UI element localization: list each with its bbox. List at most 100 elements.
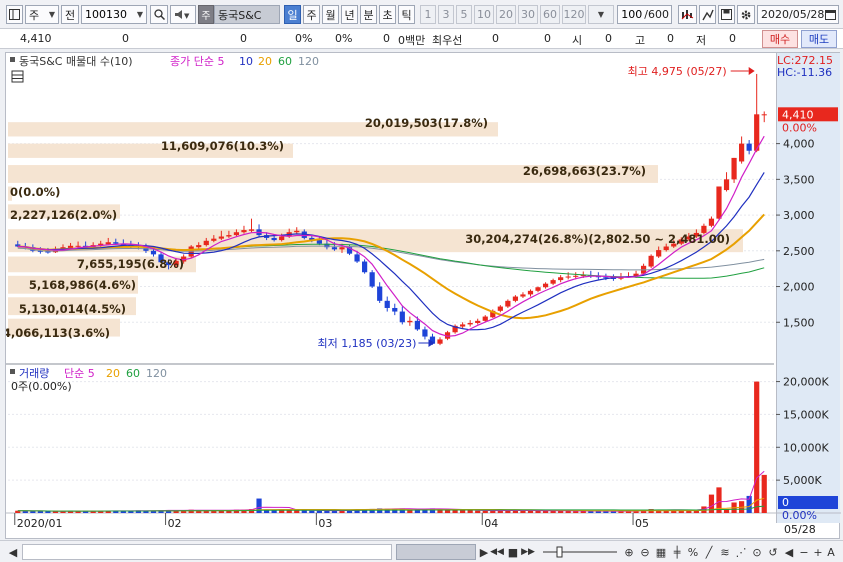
fast-forward-icon[interactable]: ▶▶: [521, 544, 535, 560]
settings-gear-icon[interactable]: [737, 5, 755, 24]
interval-3-button[interactable]: 3: [438, 5, 454, 24]
interval-1-button[interactable]: 1: [420, 5, 436, 24]
price-legend-title: 동국S&C 매물대 수(10): [19, 55, 133, 68]
indicator-icon[interactable]: [678, 5, 697, 24]
zoom-field[interactable]: [616, 6, 645, 23]
volume-bar: [301, 510, 307, 513]
quote-open: 0: [605, 32, 612, 45]
crosshair-icon[interactable]: ╪: [670, 544, 684, 560]
market-prefix-button[interactable]: 전: [61, 5, 79, 24]
high-arrow-head: [748, 67, 755, 75]
candle-body: [271, 237, 277, 241]
scroll-right-arrow-icon[interactable]: ▶: [478, 544, 490, 560]
interval-label: 10: [477, 8, 491, 21]
candle-body: [339, 247, 345, 250]
chart-canvas[interactable]: 20,019,503(17.8%) 11,609,076(10.3%) 26,698…: [6, 53, 841, 540]
stock-code-field[interactable]: [82, 6, 132, 23]
chevron-down-icon: ▼: [136, 10, 143, 19]
text-tool-icon[interactable]: A: [825, 544, 837, 560]
candle-body: [746, 143, 752, 151]
sell-button[interactable]: 매도: [801, 30, 837, 48]
scroll-left-step-icon[interactable]: ◀: [782, 544, 796, 560]
candle-body: [399, 311, 405, 323]
candle-body: [512, 296, 519, 301]
candle-body: [761, 114, 767, 116]
interval-120-button[interactable]: 120: [562, 5, 586, 24]
chart-scroll-bar: ◀ ▶ ◀◀ ■ ▶▶ ⊕ ⊖ ▦ ╪ % ╱ ≋ ⋰ ⊙ ↺ ◀ − + A: [0, 540, 843, 562]
minus-icon[interactable]: −: [798, 544, 810, 560]
candle-body: [248, 229, 255, 231]
market-select[interactable]: 주 ▼: [25, 5, 59, 24]
trend-icon[interactable]: ⋰: [734, 544, 748, 560]
line-tool-icon[interactable]: ╱: [702, 544, 716, 560]
volume-profile-label: 26,698,663(23.7%): [523, 164, 646, 178]
volume-axis-label: 20,000K: [783, 376, 829, 389]
volume-axis-label: 5,000K: [783, 474, 822, 487]
volume-profile-label: 5,168,986(4.6%): [29, 278, 136, 292]
candle-body: [739, 143, 745, 162]
quote-price: 4,410: [20, 32, 52, 45]
zoom-out-icon[interactable]: ⊖: [638, 544, 652, 560]
candle-body: [113, 242, 119, 244]
search-icon[interactable]: [150, 5, 168, 24]
interval-30-button[interactable]: 30: [518, 5, 538, 24]
interval-20-button[interactable]: 20: [496, 5, 516, 24]
interval-5-button[interactable]: 5: [456, 5, 472, 24]
candle-body: [437, 339, 443, 344]
interval-10-button[interactable]: 10: [474, 5, 494, 24]
zoom-in-icon[interactable]: ⊕: [622, 544, 636, 560]
x-axis-label: 2020/01: [17, 517, 63, 530]
quote-change: 0: [122, 32, 129, 45]
stock-chart[interactable]: 20,019,503(17.8%) 11,609,076(10.3%) 26,698…: [5, 52, 841, 540]
candle-body: [475, 320, 481, 323]
quote-high: 0: [667, 32, 674, 45]
volume-bar: [294, 510, 300, 513]
scroll-left-arrow-icon[interactable]: ◀: [6, 544, 20, 560]
period-tick-button[interactable]: 틱: [398, 5, 415, 24]
rewind-icon[interactable]: ◀◀: [490, 544, 504, 560]
period-minute-button[interactable]: 분: [360, 5, 377, 24]
candle-body: [294, 230, 300, 233]
price-axis-label: 3,000: [783, 209, 815, 222]
candle-body: [211, 238, 217, 241]
period-second-button[interactable]: 초: [379, 5, 396, 24]
buy-button[interactable]: 매수: [762, 30, 798, 48]
grid-icon[interactable]: ▦: [654, 544, 668, 560]
period-week-button[interactable]: 주: [303, 5, 320, 24]
magnifier-icon[interactable]: ⊙: [750, 544, 764, 560]
period-month-button[interactable]: 월: [322, 5, 339, 24]
x-axis-label: 05: [635, 517, 649, 530]
stop-icon[interactable]: ■: [507, 544, 519, 560]
scroll-thumb[interactable]: [396, 544, 476, 560]
chart-tools-icon[interactable]: [699, 5, 716, 24]
zoom-input[interactable]: /600: [616, 5, 672, 24]
volume-axis-label: 15,000K: [783, 408, 829, 421]
layout-icon[interactable]: [6, 5, 23, 24]
interval-60-button[interactable]: 60: [540, 5, 560, 24]
candle-body: [656, 250, 662, 257]
volume-profile-label: 0(0.0%): [10, 185, 60, 199]
stock-name-display[interactable]: 동국S&C: [214, 5, 280, 24]
date-picker[interactable]: 2020/05/28: [757, 5, 839, 24]
candle-body: [75, 245, 81, 247]
candle-body: [520, 294, 526, 297]
candle-body: [362, 261, 368, 273]
legend-marker: [10, 369, 15, 374]
plus-icon[interactable]: +: [812, 544, 824, 560]
interval-dropdown[interactable]: ▼: [588, 5, 614, 24]
price-axis-label: 2,000: [783, 281, 815, 294]
reset-icon[interactable]: ↺: [766, 544, 780, 560]
period-week-label: 주: [306, 8, 317, 22]
percent-icon[interactable]: %: [686, 544, 700, 560]
speaker-icon[interactable]: ▼: [170, 5, 196, 24]
speed-slider[interactable]: [540, 544, 620, 560]
volume-ma5-line: [17, 470, 765, 512]
period-day-button[interactable]: 일: [284, 5, 301, 24]
volume-profile-label: 11,609,076(10.3%): [161, 139, 284, 153]
period-year-button[interactable]: 년: [341, 5, 358, 24]
save-icon[interactable]: [718, 5, 735, 24]
fibonacci-icon[interactable]: ≋: [718, 544, 732, 560]
scroll-track[interactable]: [22, 544, 392, 560]
stock-code-input[interactable]: ▼: [81, 5, 147, 24]
legend-marker: [10, 57, 15, 62]
